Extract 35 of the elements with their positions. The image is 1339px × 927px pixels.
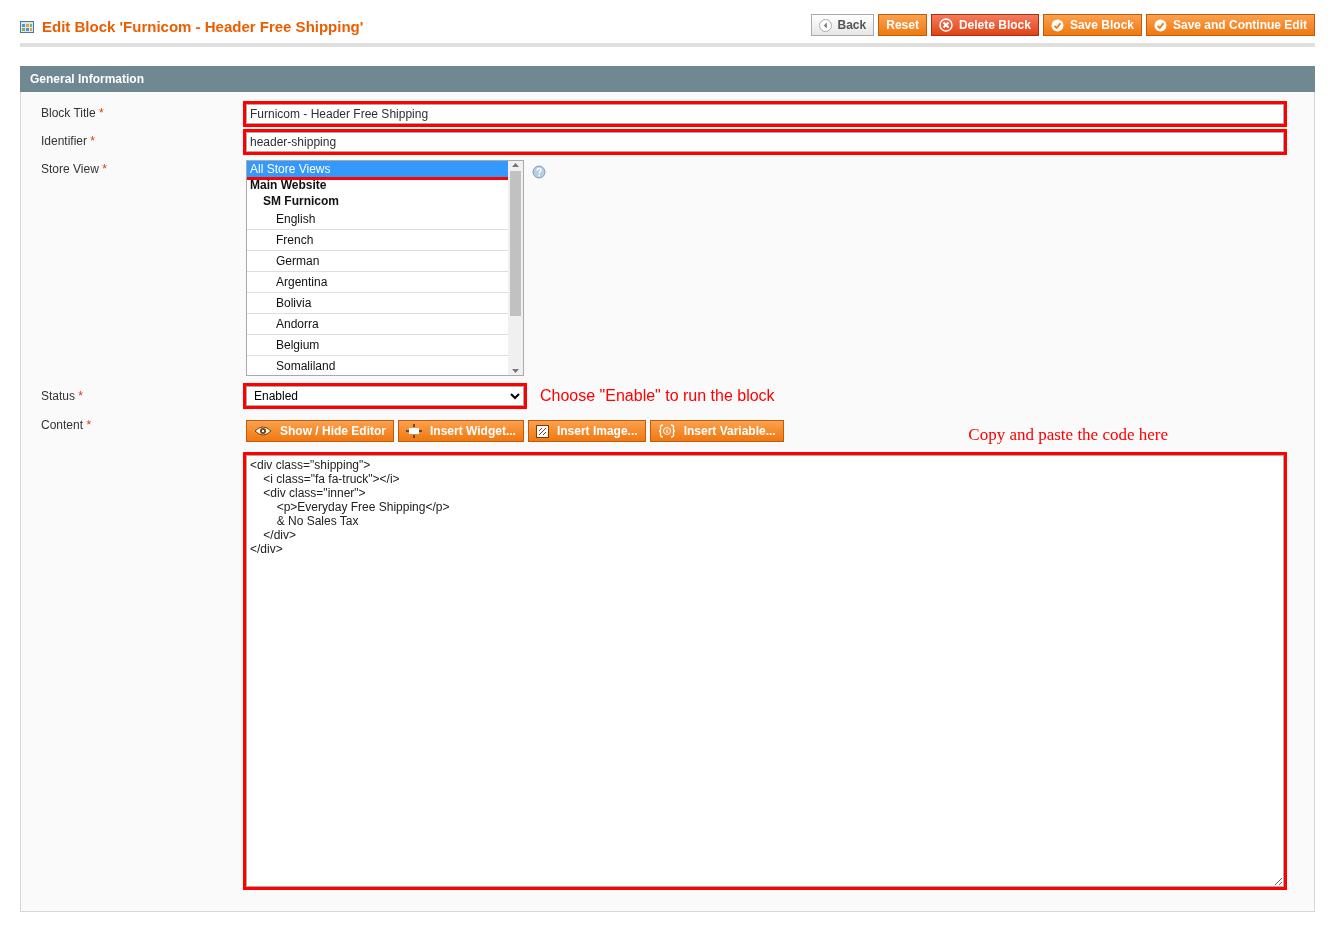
help-icon	[532, 164, 546, 179]
code-editor[interactable]: <div class="shipping"> <i class="fa fa-truck"></i> <div class="inner"> <p>Everyday Free Shipping</p> & No Sales Tax </div> </div>	[246, 455, 1284, 887]
braces-icon	[657, 424, 676, 439]
field-label: Identifier *	[41, 132, 97, 150]
checkmark-icon	[1154, 18, 1167, 32]
field-label: Store View *	[41, 160, 108, 178]
checkmark-icon	[1050, 18, 1064, 32]
scroll-down-icon[interactable]	[511, 366, 520, 375]
store-view-list[interactable]: All Store Views Main Website SM Furnicom English French German Argentina Bolivia Andorra Belgium Somaliland	[246, 159, 524, 376]
list-option[interactable]: Main Website	[247, 176, 508, 193]
status-dropdown[interactable]: Enabled	[246, 385, 524, 406]
annotation-text: Copy and paste the code here	[968, 423, 1168, 446]
text-field[interactable]: header-shipping	[246, 131, 1284, 152]
list-option[interactable]: Bolivia	[247, 292, 508, 314]
field-label: Block Title *	[41, 104, 105, 122]
list-option[interactable]: SM Furnicom	[247, 192, 508, 209]
field-label: Content *	[41, 416, 93, 434]
text-field[interactable]: Furnicom - Header Free Shipping	[246, 103, 1284, 124]
back-button[interactable]: Back	[810, 14, 875, 37]
annotation-text: Choose "Enable" to run the block	[540, 385, 775, 406]
page-title: Edit Block 'Furnicom - Header Free Shipping'	[42, 17, 364, 37]
widget-icon	[406, 424, 422, 439]
eye-icon	[254, 425, 272, 438]
close-circle-icon	[938, 18, 953, 33]
field-label: Status *	[41, 387, 85, 405]
image-icon	[535, 424, 549, 438]
list-option[interactable]: English	[247, 208, 508, 230]
list-option[interactable]: German	[247, 250, 508, 272]
list-option[interactable]: French	[247, 229, 508, 251]
grid-icon	[20, 21, 34, 34]
list-option[interactable]: Andorra	[247, 313, 508, 335]
scrollbar-thumb[interactable]	[510, 170, 521, 316]
list-option[interactable]: Belgium	[247, 334, 508, 356]
list-option[interactable]: Argentina	[247, 271, 508, 293]
section-header: General Information	[20, 65, 1315, 92]
